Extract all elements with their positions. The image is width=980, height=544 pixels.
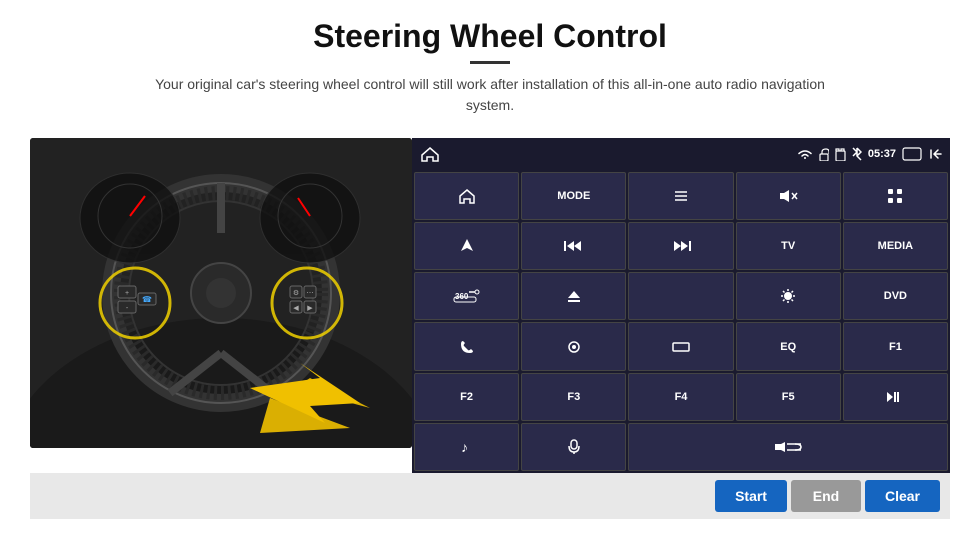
btn-apps[interactable]	[843, 172, 948, 220]
btn-vol-mute[interactable]	[736, 172, 841, 220]
end-button[interactable]: End	[791, 480, 861, 512]
clear-button[interactable]: Clear	[865, 480, 940, 512]
status-bar: 05:37	[412, 138, 950, 170]
btn-radio[interactable]	[628, 272, 733, 320]
steering-wheel-image: + - ☎ ⚙ ⋯ ◀ ▶	[30, 138, 412, 448]
btn-f1[interactable]: F1	[843, 322, 948, 370]
btn-play-pause[interactable]	[843, 373, 948, 421]
svg-text:☎: ☎	[142, 295, 152, 304]
btn-media[interactable]: MEDIA	[843, 222, 948, 270]
btn-eq[interactable]: EQ	[736, 322, 841, 370]
control-panel: 05:37 MODE	[412, 138, 950, 473]
status-time: 05:37	[868, 148, 896, 160]
status-icons: 05:37	[797, 147, 942, 161]
svg-text:▶: ▶	[307, 305, 313, 312]
subtitle-text: Your original car's steering wheel contr…	[140, 74, 840, 116]
svg-text:⋯: ⋯	[307, 290, 314, 297]
svg-text:◀: ◀	[293, 305, 299, 312]
btn-home[interactable]	[414, 172, 519, 220]
bottom-bar: Start End Clear	[30, 473, 950, 519]
screen-icon	[902, 147, 922, 161]
btn-list[interactable]	[628, 172, 733, 220]
lock-icon	[819, 148, 829, 161]
wifi-icon	[797, 148, 813, 160]
btn-f5[interactable]: F5	[736, 373, 841, 421]
btn-display[interactable]	[628, 322, 733, 370]
btn-phone[interactable]	[414, 322, 519, 370]
home-status-icon	[420, 146, 440, 162]
btn-f4[interactable]: F4	[628, 373, 733, 421]
btn-dvd[interactable]: DVD	[843, 272, 948, 320]
btn-f3[interactable]: F3	[521, 373, 626, 421]
btn-scroll[interactable]	[521, 322, 626, 370]
btn-nav[interactable]	[414, 222, 519, 270]
btn-eject[interactable]	[521, 272, 626, 320]
btn-music[interactable]: ♪	[414, 423, 519, 471]
btn-mic[interactable]	[521, 423, 626, 471]
svg-text:⚙: ⚙	[293, 289, 299, 297]
svg-text:♪: ♪	[461, 439, 468, 455]
btn-mode[interactable]: MODE	[521, 172, 626, 220]
btn-f2[interactable]: F2	[414, 373, 519, 421]
title-divider	[470, 61, 510, 64]
btn-next[interactable]	[628, 222, 733, 270]
button-grid: MODE TV	[412, 170, 950, 473]
btn-360[interactable]: 360	[414, 272, 519, 320]
start-button[interactable]: Start	[715, 480, 787, 512]
btn-prev[interactable]	[521, 222, 626, 270]
sd-icon	[835, 148, 846, 161]
svg-text:+: +	[125, 290, 129, 297]
page-title: Steering Wheel Control	[30, 18, 950, 55]
bluetooth-icon	[852, 147, 862, 161]
btn-brightness[interactable]	[736, 272, 841, 320]
btn-vol-call[interactable]	[628, 423, 948, 471]
back-arrow-icon	[928, 147, 942, 161]
btn-tv[interactable]: TV	[736, 222, 841, 270]
